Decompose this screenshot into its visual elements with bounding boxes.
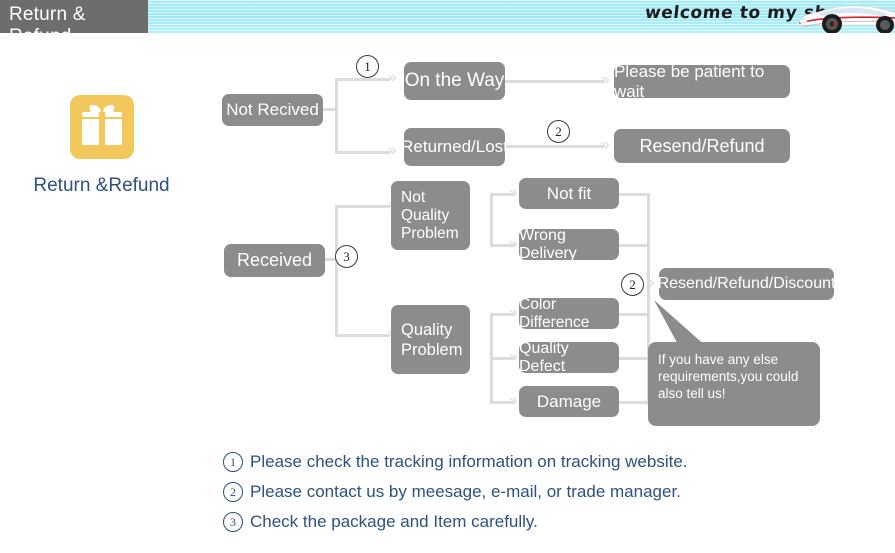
node-please-be-patient[interactable]: Please be patient to wait <box>614 62 790 101</box>
marker-2-bottom: 2 <box>621 273 644 296</box>
node-not-quality-problem[interactable]: Not Quality Problem <box>391 181 470 250</box>
node-label: Quality Problem <box>401 320 463 359</box>
node-label: On the Way <box>404 70 505 91</box>
node-label: Not Recived <box>226 100 319 119</box>
node-label: Not Quality Problem <box>401 188 459 242</box>
node-label: Wrong Delivery <box>519 226 577 262</box>
line-notquality-in <box>335 205 390 208</box>
line-returnedlost-in <box>335 151 390 154</box>
node-label: Received <box>236 250 313 270</box>
line-returnedlost-out <box>504 145 604 148</box>
line-ontheway-in <box>335 78 390 81</box>
bubble-line-2: requirements,you could <box>658 369 799 384</box>
node-label: Resend/Refund/Discount <box>657 275 836 292</box>
arrow-wrongdelivery: » <box>508 234 519 254</box>
arrow-damage: » <box>508 391 519 411</box>
node-label: Please be patient to wait <box>614 61 765 101</box>
line-colordiff-out <box>619 313 649 316</box>
arrow-resend-discount: » <box>645 273 656 293</box>
legend-text: Please check the tracking information on… <box>250 452 688 471</box>
arrow-notfit: » <box>508 183 519 203</box>
legend-number: 1 <box>223 452 243 472</box>
line-damage-out <box>619 401 649 404</box>
legend: 1 Please check the tracking information … <box>223 447 783 537</box>
line-wrongdelivery-out <box>619 244 649 247</box>
line-qualitydefect-out <box>619 357 649 360</box>
node-label: Resend/Refund <box>639 135 765 156</box>
arrow-patient: » <box>600 70 611 90</box>
line-notrecv-vertical <box>335 78 338 154</box>
line-notquality-vertical <box>490 193 493 247</box>
legend-item: 3 Check the package and Item carefully. <box>223 507 783 537</box>
node-quality-problem[interactable]: Quality Problem <box>391 305 470 374</box>
node-not-fit[interactable]: Not fit <box>519 178 619 209</box>
marker-2-top: 2 <box>547 120 570 143</box>
legend-item: 2 Please contact us by meesage, e-mail, … <box>223 477 783 507</box>
arrow-resend: » <box>600 135 611 155</box>
marker-1: 1 <box>356 55 379 78</box>
node-label: Returned/Lost <box>401 137 508 156</box>
legend-number: 2 <box>223 482 243 502</box>
legend-number: 3 <box>223 512 243 532</box>
legend-item: 1 Please check the tracking information … <box>223 447 783 477</box>
node-resend-refund[interactable]: Resend/Refund <box>614 129 790 163</box>
line-received-vertical <box>335 205 338 337</box>
node-returned-lost[interactable]: Returned/Lost <box>401 128 508 166</box>
note-bubble: If you have any else requirements,you co… <box>648 342 820 426</box>
node-not-received[interactable]: Not Recived <box>222 94 323 126</box>
node-color-difference[interactable]: Color Difference <box>519 295 619 331</box>
node-label: Not fit <box>546 183 592 203</box>
node-wrong-delivery[interactable]: Wrong Delivery <box>519 226 619 262</box>
node-on-the-way[interactable]: On the Way <box>404 62 505 100</box>
bubble-line-1: If you have any else <box>658 352 779 367</box>
arrow-ontheway: » <box>387 68 398 88</box>
node-received[interactable]: Received <box>224 244 325 277</box>
node-label: Quality Defect <box>519 339 569 375</box>
bubble-line-3: also tell us! <box>658 386 726 401</box>
node-label: Color Difference <box>519 295 590 331</box>
arrow-colordiff: » <box>508 303 519 323</box>
marker-3: 3 <box>335 245 358 268</box>
arrow-returnedlost: » <box>387 141 398 161</box>
line-quality-in <box>335 334 390 337</box>
legend-text: Please contact us by meesage, e-mail, or… <box>250 482 681 501</box>
node-damage[interactable]: Damage <box>519 386 619 417</box>
node-label: Damage <box>536 391 602 411</box>
node-quality-defect[interactable]: Quality Defect <box>519 339 619 375</box>
line-notfit-out <box>619 193 649 196</box>
line-ontheway-out <box>504 80 604 83</box>
line-notrecv-in <box>322 108 338 111</box>
arrow-qualitydefect: » <box>508 347 519 367</box>
legend-text: Check the package and Item carefully. <box>250 512 538 531</box>
